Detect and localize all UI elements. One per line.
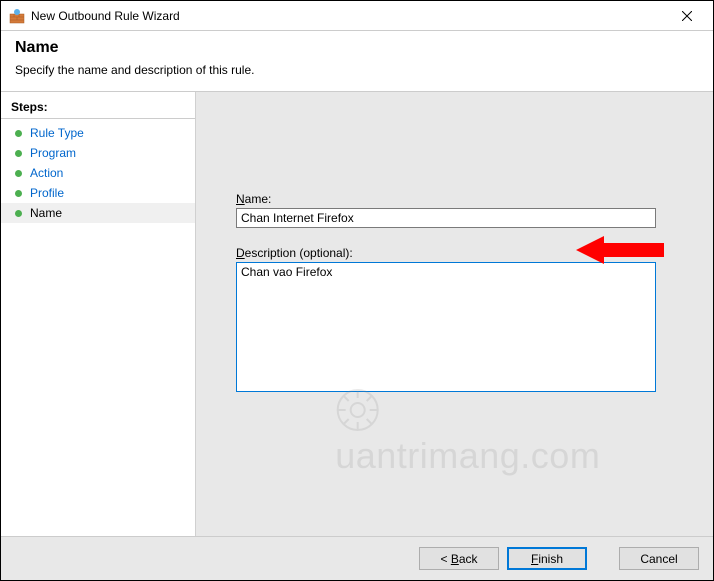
step-bullet-icon [15,210,22,217]
back-button[interactable]: < Back [419,547,499,570]
name-label: Name: [236,192,683,206]
steps-panel: Steps: Rule Type Program Action Profile … [1,92,196,537]
watermark: uantrimang.com [335,388,600,477]
name-input[interactable] [236,208,656,228]
main-panel: Name: Description (optional): Chan vao F… [196,92,713,537]
description-field-group: Description (optional): Chan vao Firefox [236,246,683,395]
page-subtitle: Specify the name and description of this… [15,63,699,77]
step-label: Action [30,166,63,180]
step-list: Rule Type Program Action Profile Name [1,119,195,227]
description-label: Description (optional): [236,246,683,260]
step-label: Name [30,206,62,220]
step-profile[interactable]: Profile [1,183,195,203]
wizard-body: Steps: Rule Type Program Action Profile … [1,92,713,537]
step-label: Program [30,146,76,160]
step-bullet-icon [15,130,22,137]
step-action[interactable]: Action [1,163,195,183]
step-bullet-icon [15,190,22,197]
name-field-group: Name: [236,192,683,228]
close-button[interactable] [667,2,707,30]
window-title: New Outbound Rule Wizard [31,9,667,23]
steps-title: Steps: [1,96,195,119]
close-icon [682,11,692,21]
page-title: Name [15,39,699,57]
firewall-icon [9,8,25,24]
description-input[interactable]: Chan vao Firefox [236,262,656,392]
step-bullet-icon [15,150,22,157]
step-bullet-icon [15,170,22,177]
step-name[interactable]: Name [1,203,195,223]
watermark-text: uantrimang.com [335,435,600,476]
finish-button[interactable]: Finish [507,547,587,570]
wizard-footer: < Back Finish Cancel [1,536,713,580]
watermark-logo-icon [335,388,379,435]
cancel-button[interactable]: Cancel [619,547,699,570]
titlebar: New Outbound Rule Wizard [1,1,713,31]
step-program[interactable]: Program [1,143,195,163]
step-rule-type[interactable]: Rule Type [1,123,195,143]
step-label: Rule Type [30,126,84,140]
step-label: Profile [30,186,64,200]
wizard-header: Name Specify the name and description of… [1,31,713,92]
